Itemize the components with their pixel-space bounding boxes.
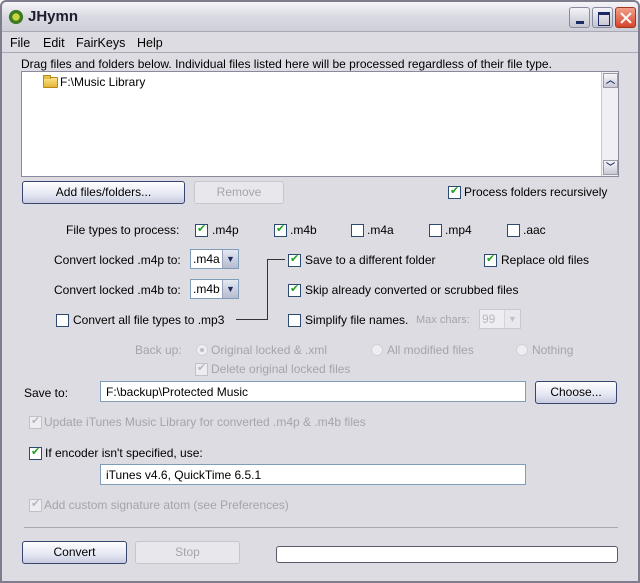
filetype-m4a-label: .m4a <box>367 223 394 237</box>
vertical-scrollbar[interactable]: ︿ ﹀ <box>601 72 618 176</box>
scroll-down-icon[interactable]: ﹀ <box>603 160 618 175</box>
signature-atom-label: Add custom signature atom (see Preferenc… <box>44 498 289 512</box>
delete-original-checkbox[interactable] <box>195 361 208 376</box>
folder-icon <box>43 75 58 88</box>
filetype-m4p-label: .m4p <box>212 223 239 237</box>
choose-button[interactable]: Choose... <box>535 381 617 404</box>
separator <box>24 527 618 528</box>
max-chars-label: Max chars: <box>416 314 470 326</box>
file-types-label: File types to process: <box>66 223 180 237</box>
connector-line <box>236 319 268 320</box>
connector-bracket <box>267 259 285 320</box>
remove-button[interactable]: Remove <box>194 181 284 204</box>
encoder-field[interactable]: iTunes v4.6, QuickTime 6.5.1 <box>100 464 526 485</box>
convert-all-mp3-checkbox[interactable] <box>56 314 69 327</box>
save-to-field[interactable]: F:\backup\Protected Music <box>100 381 526 402</box>
menu-file[interactable]: File <box>10 36 30 50</box>
backup-original-label: Original locked & .xml <box>211 343 328 357</box>
convert-m4b-value: .m4b <box>193 282 220 296</box>
add-files-button[interactable]: Add files/folders... <box>22 181 185 204</box>
filetype-m4p-checkbox[interactable] <box>195 222 208 237</box>
backup-nothing-label: Nothing <box>532 343 574 357</box>
convert-m4b-label: Convert locked .m4b to: <box>54 283 181 297</box>
stop-button[interactable]: Stop <box>135 541 240 564</box>
drop-instructions: Drag files and folders below. Individual… <box>21 57 552 71</box>
encoder-label: If encoder isn't specified, use: <box>45 446 203 460</box>
progress-bar <box>276 546 618 563</box>
menu-help[interactable]: Help <box>137 36 163 50</box>
signature-atom-checkbox[interactable] <box>29 497 42 512</box>
window-title: JHymn <box>28 8 79 25</box>
convert-m4p-value: .m4a <box>193 252 220 266</box>
convert-m4p-select[interactable]: .m4a ▼ <box>190 249 239 269</box>
filetype-mp4-checkbox[interactable] <box>429 224 442 237</box>
encoder-checkbox[interactable] <box>29 445 42 460</box>
save-different-folder-checkbox[interactable] <box>288 252 301 267</box>
process-recursively-checkbox[interactable] <box>448 184 461 199</box>
max-chars-value: 99 <box>482 312 496 326</box>
backup-all-modified-label: All modified files <box>387 343 474 357</box>
skip-converted-checkbox[interactable] <box>288 282 301 297</box>
convert-all-mp3-label: Convert all file types to .mp3 <box>73 313 225 327</box>
filetype-m4a-checkbox[interactable] <box>351 224 364 237</box>
chevron-down-icon[interactable]: ▼ <box>504 310 520 328</box>
filetype-m4b-checkbox[interactable] <box>274 222 287 237</box>
menu-bar: File Edit FairKeys Help <box>2 33 638 53</box>
list-item-label: F:\Music Library <box>60 75 146 89</box>
menu-fairkeys[interactable]: FairKeys <box>76 36 125 50</box>
replace-old-checkbox[interactable] <box>484 252 497 267</box>
scroll-up-icon[interactable]: ︿ <box>603 73 618 88</box>
save-different-folder-label: Save to a different folder <box>305 253 436 267</box>
convert-m4b-select[interactable]: .m4b ▼ <box>190 279 239 299</box>
skip-converted-label: Skip already converted or scrubbed files <box>305 283 519 297</box>
filetype-aac-checkbox[interactable] <box>507 224 520 237</box>
replace-old-label: Replace old files <box>501 253 590 267</box>
backup-label: Back up: <box>135 343 182 357</box>
close-button[interactable] <box>615 7 636 28</box>
process-recursively-label: Process folders recursively <box>464 185 608 199</box>
simplify-names-label: Simplify file names. <box>305 313 409 327</box>
jhymn-window: JHymn File Edit FairKeys Help Drag files… <box>0 0 640 583</box>
save-to-label: Save to: <box>24 386 69 400</box>
chevron-down-icon[interactable]: ▼ <box>222 280 238 298</box>
filetype-m4b-label: .m4b <box>290 223 317 237</box>
convert-button[interactable]: Convert <box>22 541 127 564</box>
simplify-names-checkbox[interactable] <box>288 314 301 327</box>
app-icon <box>8 9 24 25</box>
max-chars-select[interactable]: 99 ▼ <box>479 309 521 329</box>
title-bar[interactable]: JHymn <box>2 2 638 32</box>
maximize-button[interactable] <box>592 7 613 28</box>
update-itunes-label: Update iTunes Music Library for converte… <box>44 415 366 429</box>
menu-edit[interactable]: Edit <box>43 36 65 50</box>
update-itunes-checkbox[interactable] <box>29 414 42 429</box>
file-list[interactable]: F:\Music Library ︿ ﹀ <box>21 71 619 177</box>
delete-original-label: Delete original locked files <box>211 362 351 376</box>
backup-all-modified-radio[interactable] <box>371 344 383 356</box>
convert-m4p-label: Convert locked .m4p to: <box>54 253 181 267</box>
minimize-button[interactable] <box>569 7 590 28</box>
filetype-aac-label: .aac <box>523 223 546 237</box>
filetype-mp4-label: .mp4 <box>445 223 472 237</box>
chevron-down-icon[interactable]: ▼ <box>222 250 238 268</box>
backup-original-radio[interactable] <box>196 344 208 356</box>
backup-nothing-radio[interactable] <box>516 344 528 356</box>
